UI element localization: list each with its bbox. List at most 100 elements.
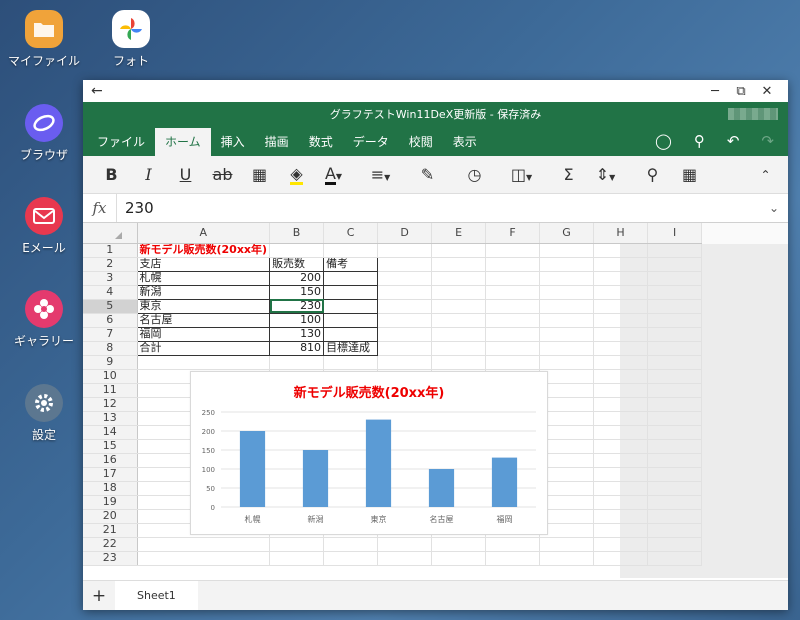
desktop-icon-settings[interactable]: 設定: [6, 384, 82, 443]
cell-i11[interactable]: [647, 383, 703, 398]
cell-d23[interactable]: [377, 551, 433, 566]
strikethrough-button[interactable]: ab: [204, 165, 241, 184]
cell-a8[interactable]: 合計: [136, 340, 271, 356]
cell-c7[interactable]: [323, 326, 379, 342]
collapse-ribbon-icon[interactable]: ⌃: [747, 168, 784, 182]
tab-file[interactable]: ファイル: [87, 128, 155, 156]
cell-a5[interactable]: 東京: [136, 298, 271, 314]
row-header[interactable]: 9: [83, 355, 138, 370]
cell-a2[interactable]: 支店: [136, 256, 271, 272]
cell-h1[interactable]: [593, 243, 649, 258]
cell-i19[interactable]: [647, 495, 703, 510]
column-header-e[interactable]: E: [431, 223, 487, 244]
cell-h10[interactable]: [593, 369, 649, 384]
bar-chart[interactable]: 新モデル販売数(20xx年) 0 50 100 150 200 250 札幌 新潟 東京 名古屋福…: [190, 371, 548, 535]
tab-insert[interactable]: 挿入: [211, 128, 255, 156]
account-avatar[interactable]: [728, 108, 778, 120]
cell-g23[interactable]: [539, 551, 595, 566]
cell-a1[interactable]: 新モデル販売数(20xx年): [137, 243, 271, 258]
column-header-h[interactable]: H: [593, 223, 649, 244]
cell-c9[interactable]: [323, 355, 379, 370]
cell-c6[interactable]: [323, 312, 379, 328]
cell-h17[interactable]: [593, 467, 649, 482]
undo-icon[interactable]: ↶: [727, 132, 740, 150]
cell-h21[interactable]: [593, 523, 649, 538]
tab-view[interactable]: 表示: [443, 128, 487, 156]
cell-b4[interactable]: 150: [269, 284, 325, 300]
cell-i16[interactable]: [647, 453, 703, 468]
cell-e1[interactable]: [431, 243, 487, 258]
cell-i1[interactable]: [647, 243, 703, 258]
cell-f23[interactable]: [485, 551, 541, 566]
cell-a3[interactable]: 札幌: [136, 270, 271, 286]
cell-a9[interactable]: [137, 355, 271, 370]
row-header[interactable]: 23: [83, 551, 138, 566]
column-header-g[interactable]: G: [539, 223, 595, 244]
cell-a22[interactable]: [137, 537, 271, 552]
cell-d2[interactable]: [377, 257, 433, 272]
desktop-icon-my-files[interactable]: マイファイル: [6, 10, 82, 69]
cell-h7[interactable]: [593, 327, 649, 342]
cell-d22[interactable]: [377, 537, 433, 552]
row-header[interactable]: 2: [83, 257, 138, 272]
cell-d1[interactable]: [377, 243, 433, 258]
cell-e6[interactable]: [431, 313, 487, 328]
cell-d9[interactable]: [377, 355, 433, 370]
cell-i7[interactable]: [647, 327, 703, 342]
cell-f3[interactable]: [485, 271, 541, 286]
cell-c2[interactable]: 備考: [323, 256, 379, 272]
cell-h4[interactable]: [593, 285, 649, 300]
cell-h14[interactable]: [593, 425, 649, 440]
cell-d3[interactable]: [377, 271, 433, 286]
cell-i14[interactable]: [647, 425, 703, 440]
row-header[interactable]: 8: [83, 341, 138, 356]
cell-e9[interactable]: [431, 355, 487, 370]
cell-h23[interactable]: [593, 551, 649, 566]
cell-h9[interactable]: [593, 355, 649, 370]
cell-h5[interactable]: [593, 299, 649, 314]
font-color-button[interactable]: A▼: [315, 164, 352, 185]
number-format-icon[interactable]: ◷: [456, 165, 493, 184]
desktop-icon-browser[interactable]: ブラウザ: [6, 104, 82, 163]
cell-b1[interactable]: [269, 243, 325, 258]
cell-h18[interactable]: [593, 481, 649, 496]
cell-a23[interactable]: [137, 551, 271, 566]
back-arrow-icon[interactable]: ←: [91, 83, 111, 99]
align-icon[interactable]: ≡▼: [362, 165, 399, 184]
tab-formulas[interactable]: 数式: [299, 128, 343, 156]
cell-c8[interactable]: 目標達成: [323, 340, 379, 356]
cell-f8[interactable]: [485, 341, 541, 356]
row-header[interactable]: 4: [83, 285, 138, 300]
cell-i12[interactable]: [647, 397, 703, 412]
column-header-f[interactable]: F: [485, 223, 541, 244]
row-header[interactable]: 15: [83, 439, 138, 454]
cell-h12[interactable]: [593, 397, 649, 412]
share-icon[interactable]: ⚲: [694, 132, 705, 150]
cell-i15[interactable]: [647, 439, 703, 454]
cell-d4[interactable]: [377, 285, 433, 300]
cell-c1[interactable]: [323, 243, 379, 258]
cell-g6[interactable]: [539, 313, 595, 328]
cell-d5[interactable]: [377, 299, 433, 314]
formula-input[interactable]: 230: [117, 199, 760, 217]
chart-bar[interactable]: [302, 450, 329, 507]
cell-i23[interactable]: [647, 551, 703, 566]
cell-i9[interactable]: [647, 355, 703, 370]
table-icon[interactable]: ▦: [671, 165, 708, 184]
cell-i20[interactable]: [647, 509, 703, 524]
cell-i17[interactable]: [647, 467, 703, 482]
cell-h11[interactable]: [593, 383, 649, 398]
row-header[interactable]: 20: [83, 509, 138, 524]
close-button[interactable]: ✕: [754, 84, 780, 99]
chart-bar[interactable]: [491, 457, 518, 507]
cell-g4[interactable]: [539, 285, 595, 300]
row-header[interactable]: 22: [83, 537, 138, 552]
maximize-button[interactable]: ⧉: [728, 84, 754, 99]
tab-home[interactable]: ホーム: [155, 128, 211, 156]
tab-review[interactable]: 校閲: [399, 128, 443, 156]
cell-i10[interactable]: [647, 369, 703, 384]
cell-e8[interactable]: [431, 341, 487, 356]
cell-e3[interactable]: [431, 271, 487, 286]
cell-e23[interactable]: [431, 551, 487, 566]
chevron-down-icon[interactable]: ⌄: [760, 201, 788, 215]
